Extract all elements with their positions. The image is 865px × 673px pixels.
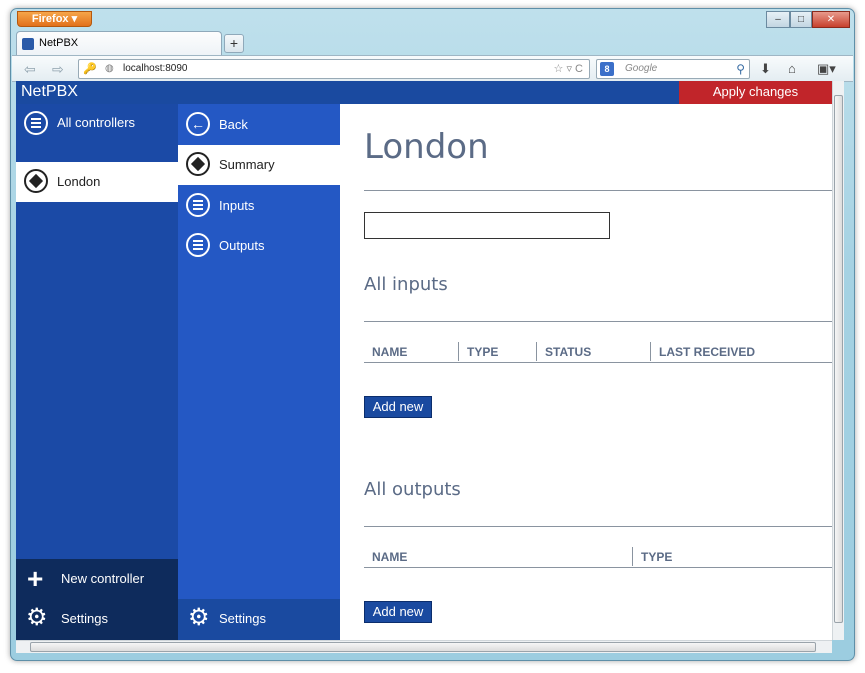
- apply-changes-button[interactable]: Apply changes: [679, 81, 832, 104]
- divider: [364, 362, 832, 363]
- list-icon: [186, 193, 210, 217]
- outputs-col-name[interactable]: NAME: [372, 550, 407, 564]
- settings-button-sidebar[interactable]: ⚙ Settings: [16, 599, 178, 639]
- nav-toolbar: ⇦ ⇨ 🔑 ◍ localhost:8090 ☆ ▿ C 8 Google ⚲ …: [12, 55, 853, 82]
- tab-summary-label: Summary: [219, 157, 275, 172]
- magnifier-icon[interactable]: ⚲: [736, 60, 745, 78]
- settings-button-controller[interactable]: ⚙ Settings: [178, 599, 340, 639]
- divider: [364, 321, 832, 322]
- col-separator: [632, 547, 633, 566]
- diamond-icon: [186, 152, 210, 176]
- col-separator: [536, 342, 537, 361]
- add-input-button[interactable]: Add new: [364, 396, 432, 418]
- home-icon[interactable]: ⌂: [788, 61, 796, 76]
- settings-label-sidebar: Settings: [61, 611, 108, 626]
- controller-menu-footer: ⚙ Settings: [178, 599, 340, 640]
- nav-back[interactable]: ← Back: [178, 105, 340, 145]
- list-icon: [24, 111, 48, 135]
- diamond-icon: [24, 169, 48, 193]
- vertical-scroll-thumb[interactable]: [834, 95, 843, 623]
- outputs-col-type[interactable]: TYPE: [641, 550, 672, 564]
- back-arrow-icon[interactable]: ⇦: [24, 61, 36, 78]
- controllers-sidebar: All controllers London + New controller …: [16, 104, 178, 640]
- close-window-button[interactable]: ✕: [812, 11, 850, 28]
- forward-arrow-icon[interactable]: ⇨: [52, 61, 64, 78]
- controller-menu: ← Back Summary Inputs Outputs ⚙ Settings: [178, 104, 340, 640]
- horizontal-scrollbar[interactable]: [16, 640, 832, 653]
- col-separator: [650, 342, 651, 361]
- new-controller-button[interactable]: + New controller: [16, 559, 178, 599]
- new-tab-button[interactable]: +: [224, 34, 244, 53]
- controller-name-input[interactable]: [364, 212, 610, 239]
- sidebar-footer: + New controller ⚙ Settings: [16, 559, 178, 640]
- divider: [364, 526, 832, 527]
- back-arrow-icon: ←: [186, 112, 210, 136]
- plus-icon: +: [27, 563, 44, 594]
- url-text: localhost:8090: [123, 63, 188, 74]
- globe-icon: ◍: [105, 63, 114, 74]
- gear-icon: ⚙: [188, 604, 210, 631]
- divider: [364, 567, 832, 568]
- search-placeholder: Google: [625, 63, 658, 74]
- browser-tab[interactable]: NetPBX: [16, 31, 222, 55]
- tab-summary[interactable]: Summary: [178, 145, 340, 185]
- inputs-col-type[interactable]: TYPE: [467, 345, 498, 359]
- nav-all-controllers-label: All controllers: [57, 115, 136, 130]
- nav-controller-london[interactable]: London: [16, 162, 178, 202]
- nav-controller-london-label: London: [57, 174, 101, 189]
- outputs-section-title: All outputs: [364, 479, 461, 500]
- menu-icon[interactable]: ▣▾: [817, 61, 836, 77]
- inputs-col-status[interactable]: STATUS: [545, 345, 591, 359]
- page-viewport: NetPBX Apply changes All controllers Lon…: [16, 81, 832, 640]
- divider: [364, 190, 832, 191]
- key-icon: 🔑: [83, 63, 97, 75]
- reload-icon[interactable]: ☆ ▿ C: [554, 60, 583, 78]
- horizontal-scroll-thumb[interactable]: [30, 642, 816, 652]
- google-icon: 8: [600, 62, 614, 76]
- inputs-col-last-received[interactable]: LAST RECEIVED: [659, 345, 755, 359]
- favicon-icon: [22, 38, 34, 50]
- nav-back-label: Back: [219, 117, 248, 132]
- app-topbar: NetPBX Apply changes: [16, 81, 832, 104]
- download-icon[interactable]: ⬇: [760, 61, 771, 77]
- vertical-scrollbar[interactable]: [832, 81, 844, 640]
- url-bar[interactable]: 🔑 ◍ localhost:8090 ☆ ▿ C: [78, 59, 590, 79]
- tab-outputs[interactable]: Outputs: [178, 226, 340, 266]
- nav-all-controllers[interactable]: All controllers: [16, 104, 178, 144]
- col-separator: [458, 342, 459, 361]
- list-icon: [186, 233, 210, 257]
- firefox-menu-button[interactable]: Firefox ▾: [17, 11, 92, 27]
- inputs-section-title: All inputs: [364, 274, 448, 295]
- settings-label-controller: Settings: [219, 611, 266, 626]
- inputs-col-name[interactable]: NAME: [372, 345, 407, 359]
- app-brand: NetPBX: [21, 83, 78, 100]
- gear-icon: ⚙: [26, 604, 48, 631]
- search-input[interactable]: 8 Google ⚲: [596, 59, 750, 79]
- tab-title: NetPBX: [39, 37, 79, 49]
- page-title: London: [364, 127, 489, 167]
- tab-outputs-label: Outputs: [219, 238, 265, 253]
- add-output-button[interactable]: Add new: [364, 601, 432, 623]
- main-content: London All inputs NAME TYPE STATUS LAST …: [340, 104, 832, 640]
- tab-inputs[interactable]: Inputs: [178, 186, 340, 226]
- maximize-button[interactable]: □: [790, 11, 812, 28]
- new-controller-label: New controller: [61, 571, 145, 586]
- tab-inputs-label: Inputs: [219, 198, 255, 213]
- minimize-button[interactable]: –: [766, 11, 790, 28]
